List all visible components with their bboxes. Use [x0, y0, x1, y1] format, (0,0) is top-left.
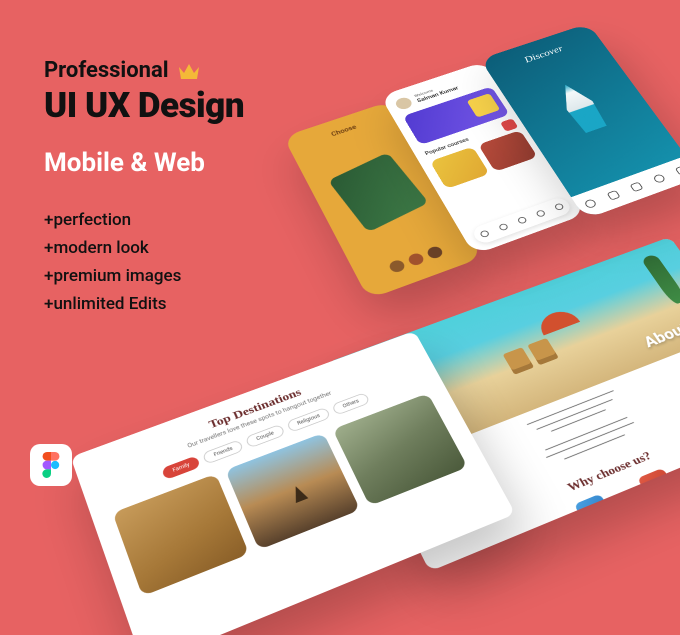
filter-pill-couple: Couple: [245, 424, 286, 449]
bullet-modern-look: +modern look: [44, 234, 244, 262]
kicker-text: Professional: [44, 58, 169, 83]
bullet-unlimited-edits: +unlimited Edits: [44, 290, 244, 318]
heart-icon: [583, 199, 597, 210]
why-label: Friendly routes: [589, 519, 623, 537]
nav-icon: [606, 190, 620, 201]
avatar: [394, 96, 414, 111]
tab-icon: [479, 230, 490, 239]
filter-pill-others: Others: [331, 392, 370, 415]
discover-title: Discover: [486, 32, 601, 78]
menu-avatar-row: [356, 234, 476, 286]
cart-icon: [500, 118, 518, 131]
why-label: International: [654, 494, 680, 510]
figma-icon: [42, 452, 60, 478]
destination-tile: [333, 393, 468, 506]
filter-pill-friends: Friends: [202, 439, 244, 464]
tab-icon: [535, 209, 546, 217]
figma-badge: [30, 444, 72, 486]
hero-boat-image: [540, 76, 628, 147]
destination-tile: [225, 433, 361, 550]
map-pin-icon: [573, 494, 613, 528]
avatar: [425, 245, 444, 260]
feature-bullets: +perfection +modern look +premium images…: [44, 206, 244, 318]
filter-pill-family: Family: [161, 455, 201, 480]
nav-icon: [629, 182, 643, 192]
subline-text: Mobile & Web: [44, 148, 244, 178]
tab-icon: [517, 216, 528, 225]
avatar: [407, 252, 426, 267]
bullet-perfection: +perfection: [44, 206, 244, 234]
headline-text: UI UX Design: [44, 85, 244, 126]
tab-bar: [470, 196, 573, 246]
menu-screen-title: Choose: [288, 110, 399, 152]
crown-icon: [177, 61, 201, 81]
promo-text-block: Professional UI UX Design Mobile & Web +…: [44, 58, 244, 318]
umbrella-icon: [534, 307, 580, 336]
tab-icon: [554, 203, 565, 211]
beach-chairs: [503, 338, 559, 375]
tab-icon: [498, 223, 509, 232]
globe-icon: [637, 468, 677, 502]
share-icon: [652, 173, 666, 183]
avatar: [388, 259, 407, 274]
bottom-nav: [571, 156, 680, 219]
about-us-title: About Us: [641, 312, 680, 351]
nav-icon: [675, 165, 680, 175]
bullet-premium-images: +premium images: [44, 262, 244, 290]
